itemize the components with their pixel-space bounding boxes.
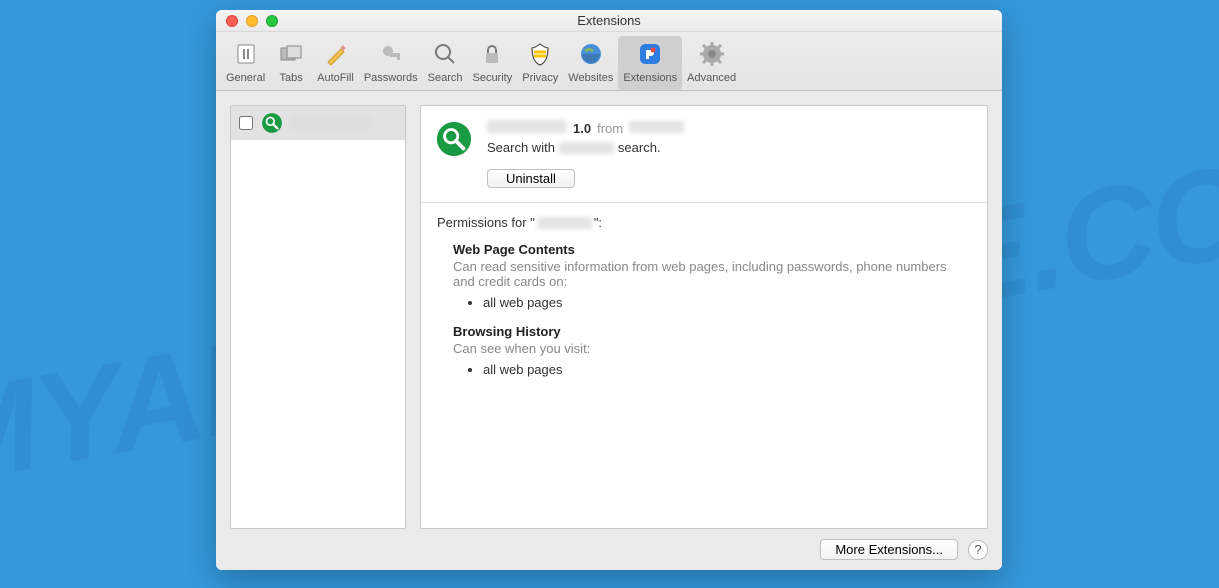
window-titlebar: Extensions — [216, 10, 1002, 32]
tab-autofill[interactable]: AutoFill — [312, 36, 359, 90]
extension-magnifier-icon — [261, 112, 283, 134]
perm-title-suffix: ": — [594, 215, 602, 230]
security-icon — [476, 38, 508, 70]
perm-head: Browsing History — [453, 324, 971, 339]
perm-item: all web pages — [483, 295, 971, 310]
perm-item: all web pages — [483, 362, 971, 377]
general-icon — [230, 38, 262, 70]
tab-label: Privacy — [522, 72, 558, 84]
window-title: Extensions — [216, 13, 1002, 28]
extensions-icon — [634, 38, 666, 70]
perm-head: Web Page Contents — [453, 242, 971, 257]
desc-suffix: search. — [618, 140, 661, 155]
extension-list-item[interactable] — [231, 106, 405, 140]
detail-title-line: 1.0 from — [487, 120, 973, 136]
passwords-icon — [375, 38, 407, 70]
perm-section-history: Browsing History Can see when you visit:… — [437, 324, 971, 377]
permissions-title: Permissions for " ": — [437, 215, 971, 230]
tab-label: Passwords — [364, 72, 418, 84]
search-icon — [429, 38, 461, 70]
tab-label: Extensions — [623, 72, 677, 84]
tab-websites[interactable]: Websites — [563, 36, 618, 90]
autofill-icon — [319, 38, 351, 70]
preferences-toolbar: General Tabs AutoFill Passwords Search — [216, 32, 1002, 91]
extension-name-redacted — [291, 117, 371, 129]
perm-section-webcontents: Web Page Contents Can read sensitive inf… — [437, 242, 971, 310]
tab-label: AutoFill — [317, 72, 354, 84]
extension-version: 1.0 — [573, 121, 591, 136]
permissions-section: Permissions for " ": Web Page Contents C… — [421, 203, 987, 403]
tab-general[interactable]: General — [221, 36, 270, 90]
extension-author-redacted — [629, 121, 684, 133]
tab-advanced[interactable]: Advanced — [682, 36, 741, 90]
extension-name-redacted — [487, 120, 567, 133]
tab-tabs[interactable]: Tabs — [270, 36, 312, 90]
preferences-window: Extensions General Tabs AutoFill Passwor… — [216, 10, 1002, 570]
search-engine-redacted — [559, 142, 614, 154]
tab-search[interactable]: Search — [423, 36, 468, 90]
advanced-icon — [696, 38, 728, 70]
from-label: from — [597, 121, 623, 136]
tab-label: Advanced — [687, 72, 736, 84]
detail-header: 1.0 from Search with search. Uninstall — [421, 106, 987, 203]
privacy-icon — [524, 38, 556, 70]
extension-enable-checkbox[interactable] — [239, 116, 253, 130]
help-button[interactable]: ? — [968, 540, 988, 560]
tab-label: Websites — [568, 72, 613, 84]
perm-desc: Can see when you visit: — [453, 341, 971, 356]
extension-list — [230, 105, 406, 529]
content-area: 1.0 from Search with search. Uninstall — [216, 91, 1002, 570]
tab-label: Security — [472, 72, 512, 84]
perm-desc: Can read sensitive information from web … — [453, 259, 971, 289]
footer-bar: More Extensions... ? — [230, 529, 988, 560]
more-extensions-button[interactable]: More Extensions... — [820, 539, 958, 560]
tab-passwords[interactable]: Passwords — [359, 36, 423, 90]
perm-title-prefix: Permissions for " — [437, 215, 535, 230]
tab-extensions[interactable]: Extensions — [618, 36, 682, 90]
tab-label: Tabs — [280, 72, 303, 84]
extension-magnifier-icon — [435, 120, 473, 158]
extension-name-redacted — [537, 217, 592, 229]
tab-privacy[interactable]: Privacy — [517, 36, 563, 90]
uninstall-button[interactable]: Uninstall — [487, 169, 575, 188]
websites-icon — [575, 38, 607, 70]
tabs-icon — [275, 38, 307, 70]
tab-label: General — [226, 72, 265, 84]
detail-description: Search with search. — [487, 140, 973, 155]
desc-prefix: Search with — [487, 140, 555, 155]
extension-detail: 1.0 from Search with search. Uninstall — [420, 105, 988, 529]
tab-security[interactable]: Security — [467, 36, 517, 90]
tab-label: Search — [428, 72, 463, 84]
